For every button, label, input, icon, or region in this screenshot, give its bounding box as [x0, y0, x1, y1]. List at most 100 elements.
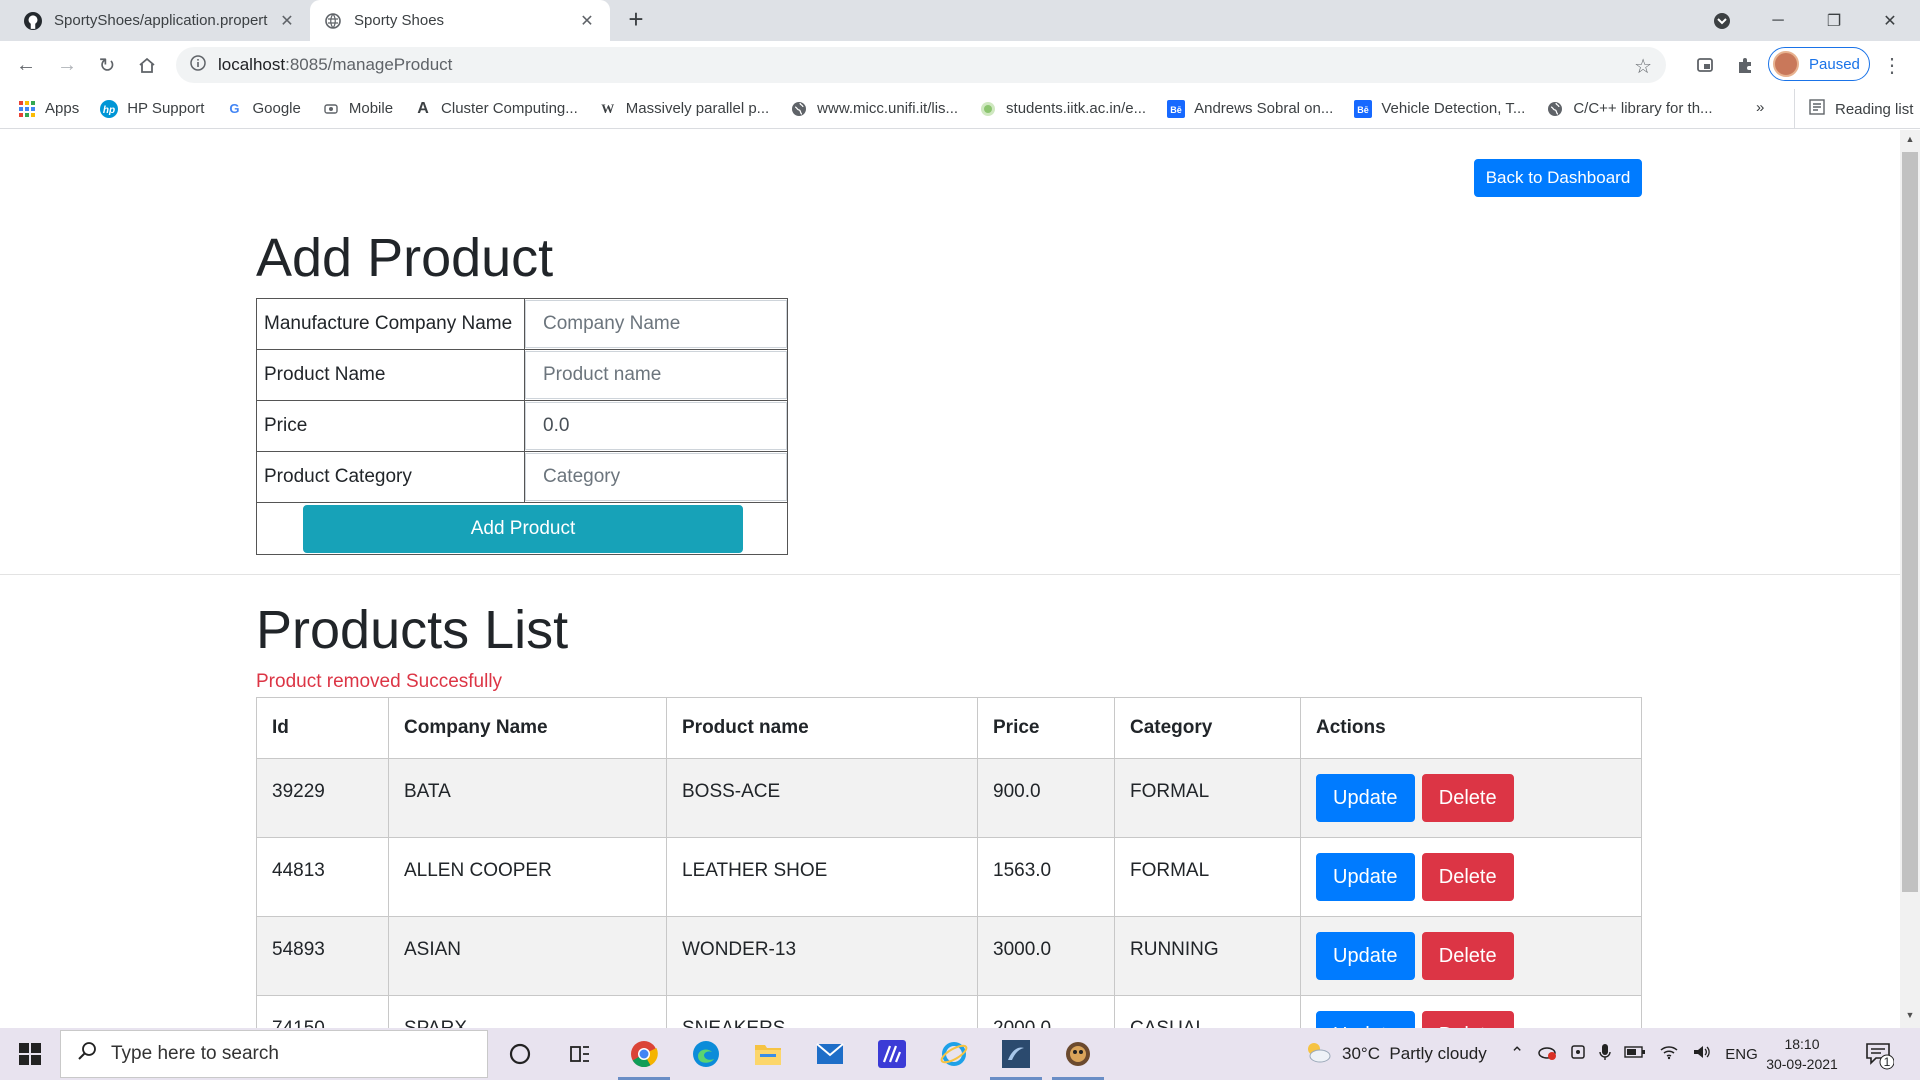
add-product-title: Add Product: [256, 228, 554, 288]
menu-kebab-icon[interactable]: ⋮: [1878, 51, 1906, 79]
bookmark-star-icon[interactable]: ☆: [1634, 54, 1652, 79]
update-button[interactable]: Update: [1316, 774, 1415, 822]
profile-status: Paused: [1809, 55, 1860, 73]
cortana-icon[interactable]: [490, 1028, 550, 1080]
mail-icon[interactable]: [800, 1028, 860, 1080]
bookmark-micc[interactable]: www.micc.unifi.it/lis...: [790, 100, 958, 118]
onedrive-icon[interactable]: [1537, 1044, 1557, 1065]
bookmark-apps[interactable]: Apps: [18, 100, 79, 118]
cell-id: 44813: [256, 837, 389, 917]
address-bar[interactable]: localhost:8085/manageProduct ☆: [176, 47, 1666, 83]
bookmark-google[interactable]: G Google: [225, 100, 300, 118]
editor-app-icon[interactable]: [862, 1028, 922, 1080]
bookmark-hp-support[interactable]: hp HP Support: [100, 99, 204, 118]
cell-id: 74150: [256, 995, 389, 1028]
google-icon: G: [229, 101, 240, 116]
table-row: 39229 BATA BOSS-ACE 900.0 FORMAL Update …: [256, 758, 1642, 838]
close-icon[interactable]: ✕: [578, 11, 596, 31]
tab-sporty-shoes[interactable]: Sporty Shoes ✕: [310, 0, 610, 41]
company-name-input[interactable]: [525, 300, 787, 348]
behance-icon: Bē: [1354, 99, 1373, 118]
weather-widget[interactable]: 30°C Partly cloudy: [1304, 1028, 1487, 1080]
edge-icon[interactable]: [676, 1028, 736, 1080]
page-scrollbar[interactable]: ▲ ▼: [1900, 130, 1920, 1028]
cell-category: FORMAL: [1114, 837, 1301, 917]
bookmark-cpp-library[interactable]: C/C++ library for th...: [1546, 100, 1713, 118]
tab-github[interactable]: SportyShoes/application.propert ✕: [10, 0, 310, 41]
bookmark-students-iitk[interactable]: students.iitk.ac.in/e...: [979, 100, 1146, 118]
scroll-up-icon[interactable]: ▲: [1900, 134, 1920, 150]
close-icon[interactable]: ✕: [278, 11, 296, 31]
update-button[interactable]: Update: [1316, 932, 1415, 980]
site-info-icon[interactable]: [190, 54, 206, 76]
category-input[interactable]: [525, 453, 787, 501]
bookmark-label: Google: [252, 100, 301, 117]
home-icon[interactable]: [133, 51, 161, 79]
form-row-product: Product Name: [256, 349, 788, 401]
table-row: 54893 ASIAN WONDER-13 3000.0 RUNNING Upd…: [256, 916, 1642, 996]
bookmarks-overflow-button[interactable]: »: [1756, 99, 1764, 116]
notification-center-icon[interactable]: 1: [1864, 1040, 1895, 1070]
game-app-icon[interactable]: [1048, 1028, 1108, 1080]
bookmarks-bar: Apps hp HP Support G Google Mobile A Clu…: [0, 89, 1920, 129]
table-header-row: Id Company Name Product name Price Categ…: [256, 697, 1642, 759]
restore-icon[interactable]: ❐: [1806, 0, 1862, 41]
ide-app-icon[interactable]: [986, 1028, 1046, 1080]
wifi-icon[interactable]: [1659, 1044, 1679, 1065]
task-view-icon[interactable]: [550, 1028, 610, 1080]
bookmark-cluster-computing[interactable]: A Cluster Computing...: [414, 100, 578, 118]
column-header-id: Id: [256, 697, 389, 759]
scrollbar-thumb[interactable]: [1902, 152, 1918, 892]
delete-button[interactable]: Delete: [1421, 932, 1514, 980]
scroll-down-icon[interactable]: ▼: [1900, 1010, 1920, 1026]
update-button[interactable]: Update: [1316, 1011, 1415, 1028]
product-name-input[interactable]: [525, 351, 787, 399]
delete-button[interactable]: Delete: [1421, 1011, 1514, 1028]
chevron-up-icon[interactable]: ⌃: [1510, 1044, 1524, 1064]
reading-list-button[interactable]: Reading list: [1794, 89, 1913, 129]
windows-start-icon[interactable]: [0, 1028, 60, 1080]
reload-icon[interactable]: ↻: [93, 51, 121, 79]
products-table: Id Company Name Product name Price Categ…: [256, 697, 1642, 1028]
add-product-button[interactable]: Add Product: [303, 505, 743, 553]
bookmark-label: Cluster Computing...: [441, 100, 578, 117]
form-row-submit: Add Product: [256, 502, 788, 555]
cell-category: CASUAL: [1114, 995, 1301, 1028]
taskbar-clock[interactable]: 18:10 30-09-2021: [1760, 1034, 1844, 1074]
minimize-icon[interactable]: ─: [1750, 0, 1806, 41]
bookmark-vehicle-detection[interactable]: Bē Vehicle Detection, T...: [1354, 99, 1525, 118]
a-icon: A: [417, 99, 429, 117]
column-header-category: Category: [1114, 697, 1301, 759]
tab-title: Sporty Shoes: [354, 12, 445, 29]
language-indicator[interactable]: ENG: [1725, 1046, 1758, 1063]
price-input[interactable]: [525, 402, 787, 450]
delete-button[interactable]: Delete: [1421, 853, 1514, 901]
tab-search-icon[interactable]: [1694, 0, 1750, 41]
delete-button[interactable]: Delete: [1421, 774, 1514, 822]
puzzle-icon[interactable]: [1731, 51, 1759, 79]
back-arrow-icon[interactable]: ←: [12, 51, 40, 79]
bookmark-mobile[interactable]: Mobile: [322, 100, 393, 118]
meet-icon[interactable]: [1570, 1044, 1586, 1065]
extension-icon[interactable]: [1691, 51, 1719, 79]
new-tab-button[interactable]: +: [622, 6, 650, 34]
company-label: Manufacture Company Name: [256, 298, 525, 350]
internet-explorer-icon[interactable]: [924, 1028, 984, 1080]
microphone-icon[interactable]: [1599, 1043, 1611, 1066]
forward-arrow-icon[interactable]: →: [53, 51, 81, 79]
bookmark-andrews-sobral[interactable]: Bē Andrews Sobral on...: [1167, 99, 1333, 118]
cell-product: WONDER-13: [666, 916, 978, 996]
back-to-dashboard-button[interactable]: Back to Dashboard: [1474, 159, 1642, 197]
bookmark-massively-parallel[interactable]: W Massively parallel p...: [599, 100, 769, 118]
profile-button[interactable]: Paused: [1768, 47, 1870, 81]
url-path: :8085/manageProduct: [285, 55, 453, 74]
close-window-icon[interactable]: ✕: [1862, 0, 1918, 41]
taskbar-search-box[interactable]: Type here to search: [60, 1030, 488, 1078]
chrome-icon[interactable]: [614, 1028, 674, 1080]
cell-actions: Update Delete: [1300, 995, 1642, 1028]
battery-icon[interactable]: [1624, 1044, 1646, 1064]
update-button[interactable]: Update: [1316, 853, 1415, 901]
file-explorer-icon[interactable]: [738, 1028, 798, 1080]
system-tray: ⌃ ENG: [1510, 1028, 1758, 1080]
volume-icon[interactable]: [1692, 1044, 1712, 1065]
